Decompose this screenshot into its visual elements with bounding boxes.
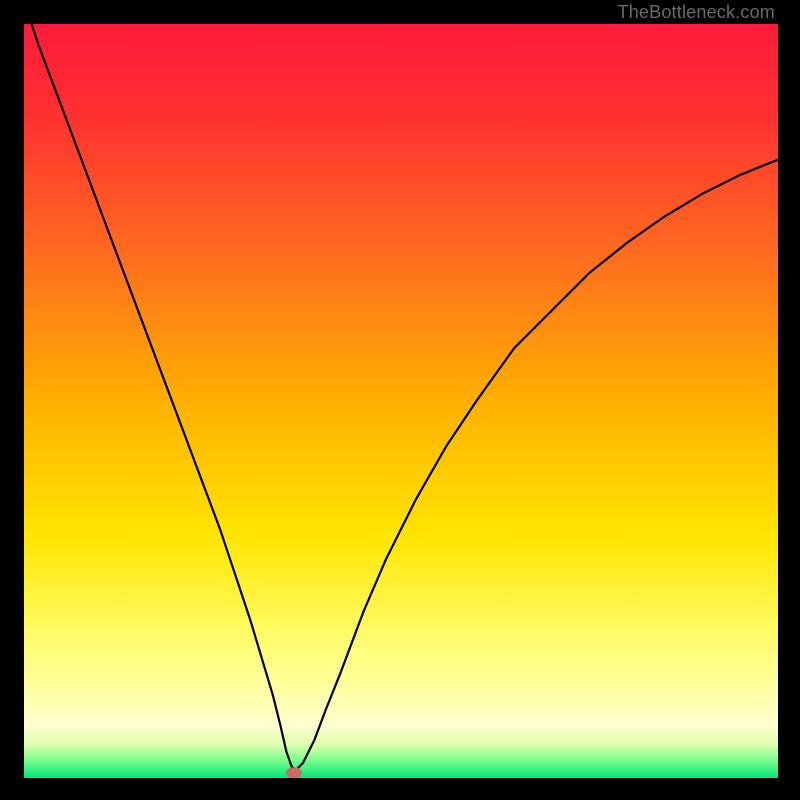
minimum-marker (286, 767, 302, 778)
plot-frame (23, 23, 779, 779)
watermark-text: TheBottleneck.com (618, 2, 775, 23)
plot-svg (24, 24, 778, 778)
gradient-background (24, 24, 778, 778)
